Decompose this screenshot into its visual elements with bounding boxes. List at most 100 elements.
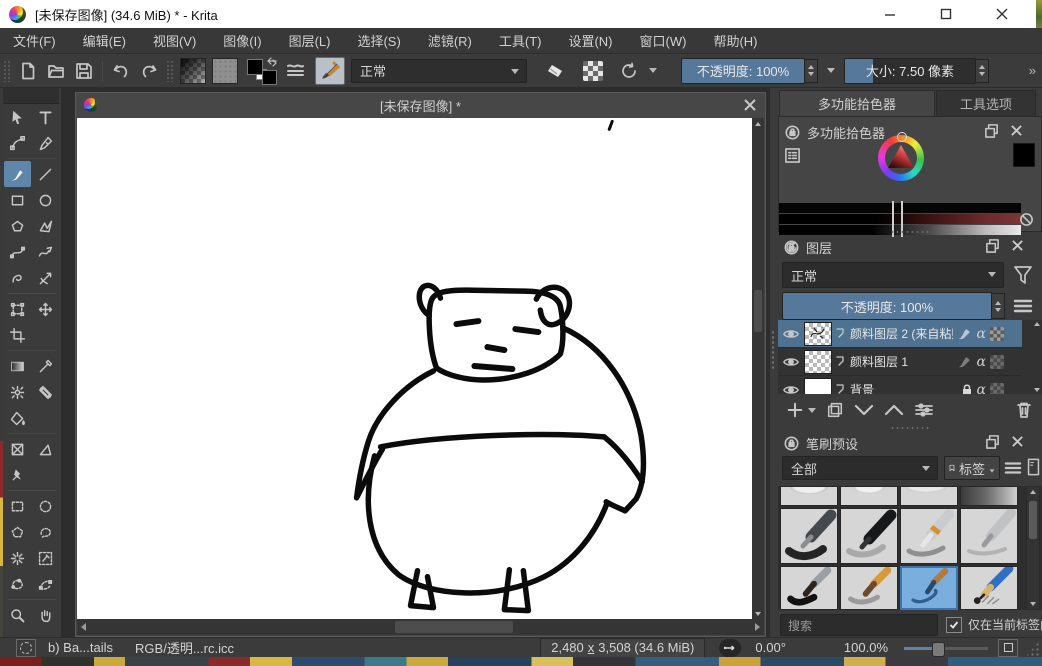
brush-preset-tile[interactable] [900,508,958,564]
toolbar-drag-handle[interactable] [3,60,11,82]
image-size-box[interactable]: 2,480 x 3,508 (34.6 MiB) [540,638,705,658]
zoom-value[interactable]: 100.0% [844,640,888,655]
delete-layer-button[interactable] [1016,401,1032,419]
alpha-lock-icon[interactable]: α [977,382,986,395]
menu-select[interactable]: 选择(S) [357,31,400,50]
tags-button[interactable]: 标签 [944,456,1000,480]
docker-close-icon[interactable] [1010,124,1023,137]
tab-advanced-color-selector[interactable]: 多功能拾色器 [779,90,935,116]
minimize-button[interactable] [883,7,897,21]
add-layer-button[interactable] [786,401,804,419]
layers-menu-icon[interactable] [1013,298,1033,314]
brush-preset-tile[interactable] [960,508,1018,564]
canvas-horizontal-scrollbar[interactable] [77,619,764,635]
eraser-mode-button[interactable] [542,58,568,84]
layer-scroll-down[interactable] [1034,388,1040,392]
tool-zoom[interactable] [4,602,31,628]
brush-grid-scrollbar[interactable] [1026,486,1040,610]
subwindow-title-bar[interactable]: [未保存图像] * [76,93,765,117]
preserve-alpha-button[interactable] [580,58,606,84]
brush-preset-tile[interactable] [960,486,1018,506]
brush-search-input[interactable]: 搜索 [780,614,938,636]
maximize-button[interactable] [939,7,953,21]
shade-strip-1[interactable] [779,203,1021,213]
tab-tool-options[interactable]: 工具选项 [936,90,1036,116]
drawing-canvas[interactable] [77,118,753,620]
alpha-inherit-icon[interactable] [957,327,973,341]
docker-splitter-handle[interactable] [771,330,775,370]
current-brush-name[interactable]: b) Ba...tails [48,640,113,655]
pattern-chooser[interactable] [212,58,238,84]
menu-tools[interactable]: 工具(T) [499,31,542,50]
menu-file[interactable]: 文件(F) [13,31,56,50]
docker-lock-icon[interactable] [784,436,799,451]
layer-properties-icon[interactable] [990,355,1004,369]
tool-colorize-mask[interactable] [4,379,31,405]
chevron-down-icon[interactable] [649,68,657,73]
toolbar-drag-handle[interactable] [166,60,174,82]
shade-strip-2[interactable] [779,214,1021,224]
brush-preset-tile[interactable] [900,486,958,506]
docker-lock-icon[interactable] [784,240,799,255]
brush-preset-tile-selected[interactable] [900,566,958,610]
size-slider[interactable]: 大小: 7.50 像素 [844,58,976,84]
menu-filter[interactable]: 滤镜(R) [428,31,472,50]
tool-crop[interactable] [4,322,31,348]
tool-gradient[interactable] [4,353,31,379]
duplicate-layer-button[interactable] [826,401,844,419]
tool-freehand-path[interactable] [32,239,59,265]
menu-window[interactable]: 窗口(W) [640,31,687,50]
docker-close-icon[interactable] [1011,435,1024,448]
brush-preset-tile[interactable] [780,486,838,506]
tool-freehand-select[interactable] [32,519,59,545]
docker-resize-dots[interactable] [890,426,930,430]
preset-display-icon[interactable] [1027,458,1040,476]
edit-brush-settings-button[interactable] [315,57,345,85]
hue-ring[interactable] [878,135,924,181]
tool-rect-select[interactable] [4,493,31,519]
tool-fill[interactable] [4,405,31,431]
tool-bezier-select[interactable] [32,545,59,571]
tool-assistants[interactable] [4,436,31,462]
layer-filter-icon[interactable] [1012,263,1034,287]
tool-similar-color-select[interactable] [4,545,31,571]
tool-line[interactable] [32,161,59,187]
tool-reference-images[interactable] [4,462,31,488]
canvas-vertical-scrollbar[interactable] [752,118,764,620]
layer-row[interactable]: 颜料图层 1 α [778,348,1022,376]
layer-lock-icon[interactable] [961,383,973,394]
brush-menu-icon[interactable] [1004,460,1022,476]
checkbox-checked[interactable] [946,617,962,633]
brush-preset-tile[interactable] [780,508,838,564]
rotation-angle-value[interactable]: 0.00° [755,640,786,655]
alpha-lock-icon[interactable]: α [977,354,986,370]
subwindow-close-icon[interactable] [743,98,757,112]
close-button[interactable] [995,7,1009,21]
menu-view[interactable]: 视图(V) [153,31,196,50]
docker-float-icon[interactable] [985,434,1000,449]
brush-preset-tile[interactable] [780,566,838,610]
new-document-button[interactable] [15,58,41,84]
open-document-button[interactable] [43,58,69,84]
brush-preset-tile[interactable] [840,508,898,564]
tool-text[interactable] [32,104,59,130]
redo-button[interactable] [136,58,162,84]
move-layer-up-button[interactable] [884,403,904,417]
layer-properties-icon[interactable] [990,383,1004,395]
opacity-slider[interactable]: 不透明度: 100% [681,58,805,84]
tool-edit-shapes[interactable] [4,130,31,156]
tool-calligraphy[interactable] [32,130,59,156]
save-button[interactable] [71,58,97,84]
docker-resize-dots[interactable] [890,230,930,234]
toolbar-overflow-chevron[interactable]: » [1029,63,1036,78]
gradient-chooser[interactable] [180,58,206,84]
color-profile-label[interactable]: RGB/透明...rc.icc [135,638,234,657]
tool-bezier-curve[interactable] [4,239,31,265]
layer-scroll-up[interactable] [1034,322,1040,326]
docker-float-icon[interactable] [984,123,999,138]
tool-multibrush[interactable] [32,265,59,291]
menu-image[interactable]: 图像(I) [223,31,261,50]
tool-move[interactable] [32,296,59,322]
blending-mode-combo[interactable]: 正常 [351,59,527,83]
search-in-tag-option[interactable]: 仅在当前标签内搜索 [946,616,1042,633]
